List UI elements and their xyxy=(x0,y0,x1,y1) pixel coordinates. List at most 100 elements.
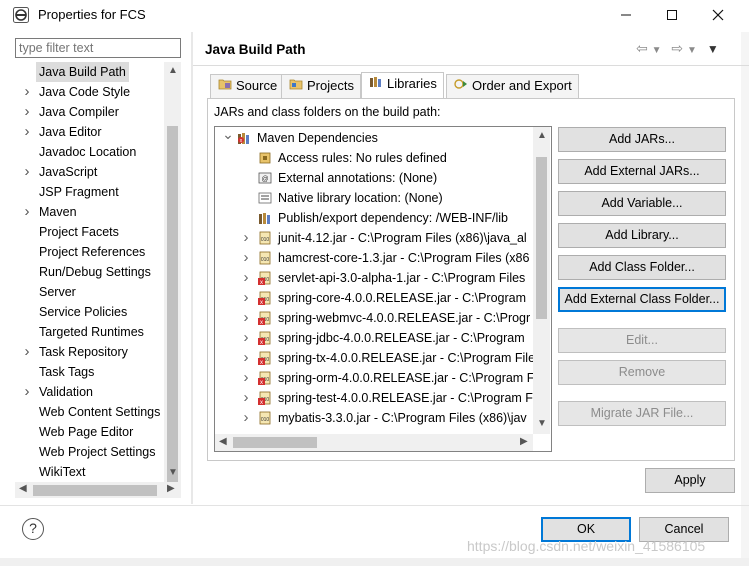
chevron-right-icon[interactable]: › xyxy=(240,288,252,308)
annot-icon: @ xyxy=(258,172,272,184)
minimize-icon xyxy=(621,14,631,16)
scroll-left-icon[interactable]: ◀ xyxy=(19,483,27,494)
chevron-right-icon[interactable]: › xyxy=(240,308,252,328)
scroll-left-icon[interactable]: ◀ xyxy=(219,436,227,447)
jar-row[interactable]: › 010 junit-4.12.jar - C:\Program Files (x… xyxy=(215,228,535,248)
jar-row[interactable]: › 010x spring-test-4.0.0.RELEASE.jar - C:\… xyxy=(215,388,535,408)
publish-icon xyxy=(259,213,270,224)
build-path-tree[interactable]: ⌄ x Maven Dependencies Access rules: No rul… xyxy=(214,126,552,452)
chevron-right-icon[interactable]: › xyxy=(240,348,252,368)
back-icon[interactable]: ⇦ xyxy=(636,40,648,56)
forward-icon[interactable]: ⇨ xyxy=(671,40,683,56)
chevron-right-icon[interactable]: › xyxy=(240,268,252,288)
build-path-horizontal-scrollbar[interactable]: ◀ ▶ xyxy=(215,434,533,451)
scroll-up-icon[interactable]: ▲ xyxy=(168,65,178,76)
jar-row[interactable]: › 010 hamcrest-core-1.3.jar - C:\Program F… xyxy=(215,248,535,268)
view-menu-icon[interactable]: ▼ xyxy=(707,42,719,56)
chevron-right-icon[interactable]: › xyxy=(240,328,252,348)
tab-libraries[interactable]: Libraries xyxy=(361,72,444,99)
jar-missing-icon: 010x xyxy=(258,391,271,405)
jar-icon: 010 xyxy=(259,411,271,425)
tree-item-label: spring-orm-4.0.0.RELEASE.jar - C:\Progra… xyxy=(278,371,535,385)
chevron-right-icon[interactable]: › xyxy=(21,342,33,362)
apply-button[interactable]: Apply xyxy=(645,468,735,493)
maximize-icon xyxy=(667,10,677,20)
back-menu-icon[interactable]: ▼ xyxy=(652,45,662,56)
window-title: Properties for FCS xyxy=(38,7,146,22)
chevron-right-icon[interactable]: › xyxy=(21,382,33,402)
jar-row[interactable]: › 010 mybatis-3.3.0.jar - C:\Program Files… xyxy=(215,408,535,428)
forward-menu-icon[interactable]: ▼ xyxy=(687,45,697,56)
maximize-button[interactable] xyxy=(649,0,695,30)
help-icon[interactable]: ? xyxy=(22,518,44,540)
sidebar-item-label: Javadoc Location xyxy=(39,145,137,159)
filter-input[interactable] xyxy=(15,38,181,58)
chevron-right-icon[interactable]: › xyxy=(240,228,252,248)
edit-button[interactable]: Edit... xyxy=(558,328,726,353)
sidebar-item-label: Run/Debug Settings xyxy=(39,265,151,279)
add-class-folder-button[interactable]: Add Class Folder... xyxy=(558,255,726,280)
attribute-row[interactable]: Publish/export dependency: /WEB-INF/lib xyxy=(215,208,535,228)
chevron-right-icon[interactable]: › xyxy=(21,102,33,122)
scroll-up-icon[interactable]: ▲ xyxy=(537,130,547,141)
migrate-jar-button[interactable]: Migrate JAR File... xyxy=(558,401,726,426)
chevron-right-icon[interactable]: › xyxy=(240,408,252,428)
jar-missing-icon: 010x xyxy=(258,271,271,285)
scroll-down-icon[interactable]: ▼ xyxy=(537,418,547,429)
add-jars-button[interactable]: Add JARs... xyxy=(558,127,726,152)
chevron-right-icon[interactable]: › xyxy=(240,388,252,408)
tab-order-and-export[interactable]: Order and Export xyxy=(446,74,579,98)
build-path-vertical-scrollbar[interactable]: ▲ ▼ xyxy=(533,127,550,434)
svg-text:010: 010 xyxy=(261,257,270,263)
add-variable-button[interactable]: Add Variable... xyxy=(558,191,726,216)
sidebar-item-label: Targeted Runtimes xyxy=(39,325,144,339)
tree-item-label: Access rules: No rules defined xyxy=(278,151,447,165)
attribute-row[interactable]: Native library location: (None) xyxy=(215,188,535,208)
add-external-jars-button[interactable]: Add External JARs... xyxy=(558,159,726,184)
tab-projects[interactable]: Projects xyxy=(281,74,361,98)
chevron-right-icon[interactable]: › xyxy=(21,202,33,222)
close-button[interactable] xyxy=(695,0,741,30)
tree-horizontal-scrollbar[interactable]: ◀ ▶ xyxy=(15,482,181,498)
jar-row[interactable]: › 010x spring-jdbc-4.0.0.RELEASE.jar - C:\… xyxy=(215,328,535,348)
scroll-right-icon[interactable]: ▶ xyxy=(167,483,175,494)
jar-row[interactable]: › 010x spring-tx-4.0.0.RELEASE.jar - C:\Pr… xyxy=(215,348,536,368)
tree-vertical-scrollbar[interactable]: ▲ ▼ xyxy=(164,62,181,496)
add-external-class-folder-button[interactable]: Add External Class Folder... xyxy=(558,287,726,312)
tree-item-label: mybatis-3.3.0.jar - C:\Program Files (x8… xyxy=(278,411,527,425)
chevron-right-icon[interactable]: › xyxy=(21,82,33,102)
jar-row[interactable]: › 010x servlet-api-3.0-alpha-1.jar - C:\Pr… xyxy=(215,268,535,288)
scrollbar-thumb[interactable] xyxy=(536,157,547,319)
history-navigation[interactable]: ⇦ ▼ ⇨ ▼ ▼ xyxy=(636,40,719,57)
tree-item-label: spring-tx-4.0.0.RELEASE.jar - C:\Program… xyxy=(278,351,535,365)
jar-row[interactable]: › 010x spring-webmvc-4.0.0.RELEASE.jar - C… xyxy=(215,308,535,328)
svg-text:x: x xyxy=(260,280,263,285)
sidebar-item-label: Web Project Settings xyxy=(39,445,156,459)
chevron-right-icon[interactable]: › xyxy=(240,368,252,388)
chevron-right-icon[interactable]: › xyxy=(21,122,33,142)
add-library-button[interactable]: Add Library... xyxy=(558,223,726,248)
scroll-right-icon[interactable]: ▶ xyxy=(520,436,528,447)
jar-missing-icon: 010x xyxy=(258,351,271,365)
remove-button[interactable]: Remove xyxy=(558,360,726,385)
chevron-right-icon[interactable]: › xyxy=(240,248,252,268)
native-icon xyxy=(258,192,272,204)
scrollbar-thumb[interactable] xyxy=(33,485,157,496)
chevron-down-icon[interactable]: ⌄ xyxy=(222,128,234,144)
scroll-down-icon[interactable]: ▼ xyxy=(168,467,178,478)
sidebar-item-label: Java Code Style xyxy=(39,85,131,99)
scrollbar-thumb[interactable] xyxy=(233,437,317,448)
maven-dependencies-node[interactable]: ⌄ x Maven Dependencies xyxy=(215,128,535,148)
pane-splitter[interactable] xyxy=(191,32,193,504)
jar-missing-icon: 010x xyxy=(258,311,271,325)
attribute-row[interactable]: @ External annotations: (None) xyxy=(215,168,535,188)
tree-item-label: Native library location: (None) xyxy=(278,191,443,205)
jar-row[interactable]: › 010x spring-core-4.0.0.RELEASE.jar - C:\… xyxy=(215,288,535,308)
svg-text:010: 010 xyxy=(261,237,270,243)
attribute-row[interactable]: Access rules: No rules defined xyxy=(215,148,535,168)
tab-source[interactable]: Source xyxy=(210,74,285,98)
scrollbar-thumb[interactable] xyxy=(167,126,178,496)
chevron-right-icon[interactable]: › xyxy=(21,162,33,182)
minimize-button[interactable] xyxy=(603,0,649,30)
jar-row[interactable]: › 010x spring-orm-4.0.0.RELEASE.jar - C:\P… xyxy=(215,368,535,388)
